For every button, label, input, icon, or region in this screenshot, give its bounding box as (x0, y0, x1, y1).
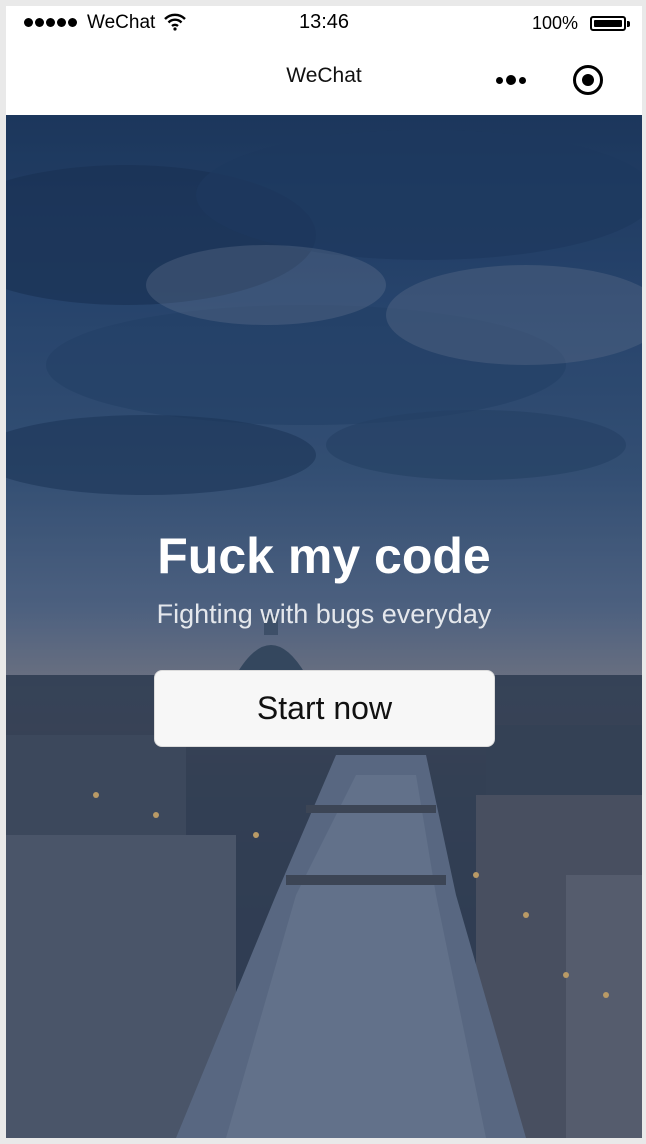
battery-percentage: 100% (531, 13, 578, 33)
hero-title: Fuck my code (157, 528, 491, 584)
hero-background-image: Fuck my code Fighting with bugs everyday… (6, 115, 642, 1138)
battery-icon (590, 16, 630, 31)
status-bar: WeChat 13:46 100% (6, 6, 642, 40)
hero-subtitle: Fighting with bugs everyday (156, 599, 492, 629)
nav-title: WeChat (286, 64, 362, 87)
target-close-icon[interactable] (572, 64, 604, 96)
more-dots-icon[interactable] (496, 70, 536, 90)
navigation-bar: WeChat (6, 40, 642, 115)
phone-screen: WeChat 13:46 100% WeChat Fuck my code Fi… (6, 6, 642, 1138)
start-now-button[interactable]: Start now (154, 670, 495, 747)
